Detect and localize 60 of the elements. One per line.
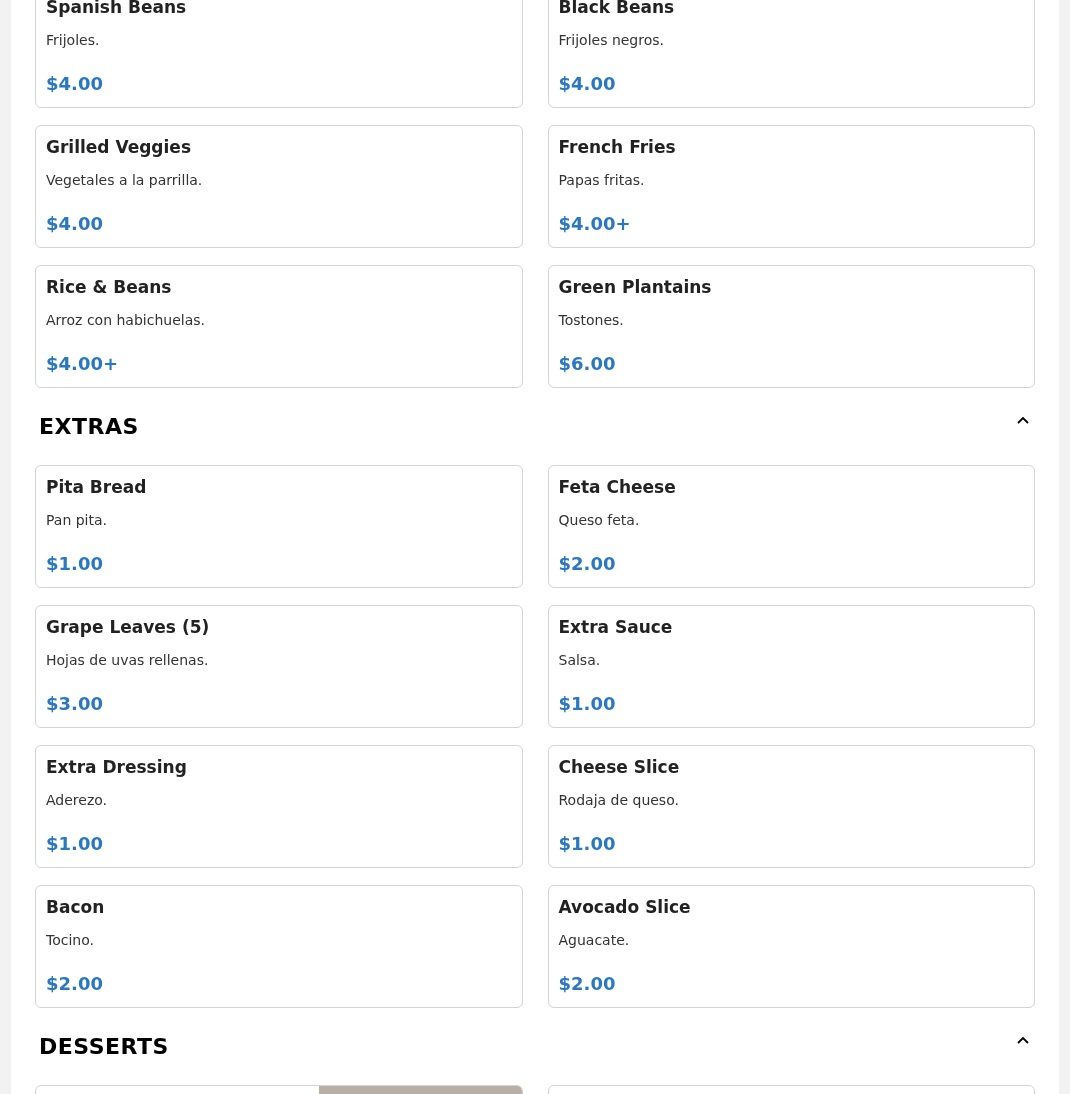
item-name: Grilled Veggies xyxy=(46,136,192,158)
item-description: Arroz con habichuelas. xyxy=(46,311,206,330)
menu-item-card[interactable]: Extra Sauce Salsa. $1.00 xyxy=(547,605,1035,728)
item-name: French Fries xyxy=(558,136,677,158)
chevron-icon xyxy=(1016,1034,1030,1045)
item-description: Aderezo. xyxy=(46,791,108,810)
item-name: Avocado Slice xyxy=(558,896,692,918)
item-description: Aguacate. xyxy=(558,931,631,950)
section-title: EXTRAS xyxy=(39,414,139,439)
item-price: $2.00 xyxy=(46,972,104,996)
menu-item-card[interactable]: Grilled Veggies Vegetales a la parrilla. $4.00 xyxy=(35,125,523,248)
item-name: Cheese Slice xyxy=(558,756,681,778)
menu-item-card[interactable]: Rice & Beans Arroz con habichuelas. $4.00+ xyxy=(35,265,523,388)
section-title: DESSERTS xyxy=(39,1034,169,1059)
menu-item-card[interactable]: Feta Cheese Queso feta. $2.00 xyxy=(547,465,1035,588)
item-description: Papas fritas. xyxy=(558,171,646,190)
item-price: $4.00+ xyxy=(558,212,632,236)
item-price: $4.00+ xyxy=(46,352,120,376)
item-price: $1.00 xyxy=(46,552,104,576)
menu-item-card[interactable]: Extra Dressing Aderezo. $1.00 xyxy=(35,745,523,868)
menu-item-card[interactable]: Bacon Tocino. $2.00 xyxy=(35,885,523,1008)
item-price: $4.00 xyxy=(46,72,104,96)
item-description: Tocino. xyxy=(46,931,95,950)
item-description: Frijoles. xyxy=(46,31,101,50)
item-price: $1.00 xyxy=(558,692,617,716)
item-description: Hojas de uvas rellenas. xyxy=(46,651,210,670)
item-price: $3.00 xyxy=(46,692,104,716)
item-name: Bacon xyxy=(46,896,106,918)
menu-item-card[interactable]: Pita Bread Pan pita. $1.00 xyxy=(35,465,523,588)
menu-item-card[interactable]: Cheese Slice Rodaja de queso. $1.00 xyxy=(547,745,1035,868)
item-price: $4.00 xyxy=(46,212,104,236)
item-description: Frijoles negros. xyxy=(558,31,665,50)
item-price: $1.00 xyxy=(558,832,617,856)
item-name: Green Plantains xyxy=(558,276,713,298)
item-description: Queso feta. xyxy=(558,511,641,530)
item-description: Tostones. xyxy=(558,311,625,330)
item-name: Extra Sauce xyxy=(558,616,674,638)
menu-item-card[interactable]: Black Beans Frijoles negros. $4.00 xyxy=(547,0,1035,108)
item-description: Vegetales a la parrilla. xyxy=(46,171,204,190)
item-price: $6.00 xyxy=(558,352,617,376)
item-name: Spanish Beans xyxy=(46,0,188,18)
item-name: Grape Leaves (5) xyxy=(46,616,211,638)
item-name: Pita Bread xyxy=(46,476,148,498)
item-name: Rice & Beans xyxy=(46,276,173,298)
item-description: Salsa. xyxy=(558,651,602,670)
chevron-icon xyxy=(1016,414,1030,425)
item-price: $4.00 xyxy=(558,72,617,96)
item-price: $2.00 xyxy=(558,972,617,996)
item-price: $2.00 xyxy=(558,552,617,576)
item-name: Extra Dressing xyxy=(46,756,188,778)
menu-item-card[interactable]: Spanish Beans Frijoles. $4.00 xyxy=(35,0,523,108)
item-name: Black Beans xyxy=(558,0,676,18)
menu-item-card[interactable]: Avocado Slice Aguacate. $2.00 xyxy=(547,885,1035,1008)
menu-item-card[interactable]: Grape Leaves (5) Hojas de uvas rellenas. $3.00 xyxy=(35,605,523,728)
menu-item-card[interactable]: French Fries Papas fritas. $4.00+ xyxy=(547,125,1035,248)
item-description: Pan pita. xyxy=(46,511,108,530)
menu-item-card[interactable]: Green Plantains Tostones. $6.00 xyxy=(547,265,1035,388)
item-price: $1.00 xyxy=(46,832,104,856)
item-description: Rodaja de queso. xyxy=(558,791,680,810)
item-name: Feta Cheese xyxy=(558,476,677,498)
